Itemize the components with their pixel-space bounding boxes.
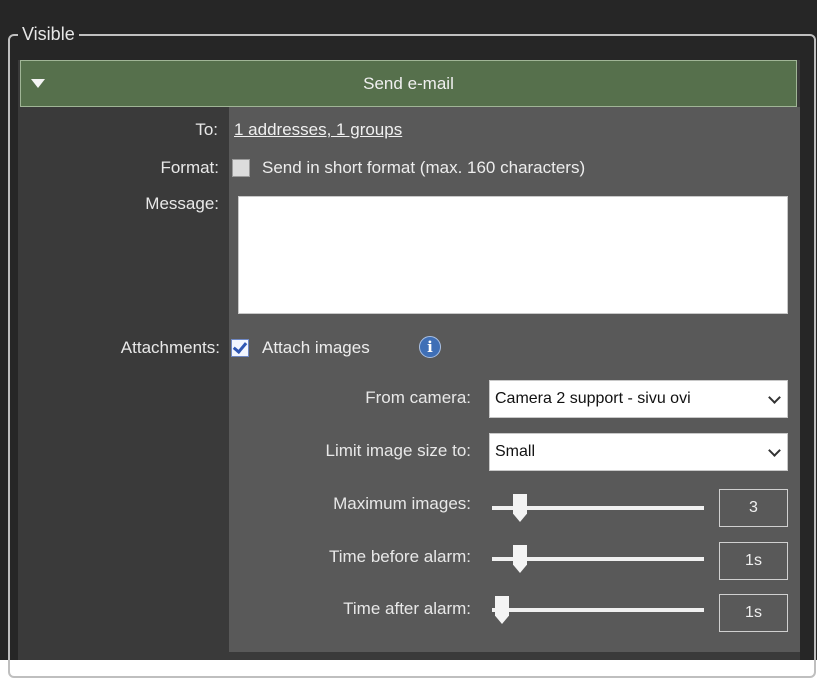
format-label: Format: (160, 158, 219, 177)
chevron-down-icon (768, 391, 781, 404)
from-camera-label: From camera: (365, 388, 471, 407)
recipients-link[interactable]: 1 addresses, 1 groups (234, 120, 402, 140)
max-images-label: Maximum images: (333, 494, 471, 513)
time-after-label: Time after alarm: (343, 599, 471, 618)
image-size-select-value: Small (495, 443, 536, 460)
collapse-chevron-icon[interactable] (31, 79, 45, 88)
message-label: Message: (145, 194, 219, 213)
time-before-label: Time before alarm: (328, 547, 471, 566)
send-email-header[interactable]: Send e-mail (20, 60, 797, 107)
attachments-label: Attachments: (120, 338, 220, 357)
time-before-value[interactable]: 1s (719, 542, 788, 580)
short-format-label: Send in short format (max. 160 character… (262, 158, 586, 177)
info-icon[interactable]: i (419, 336, 441, 358)
camera-select[interactable]: Camera 2 support - sivu ovi (489, 380, 788, 418)
time-after-value[interactable]: 1s (719, 594, 788, 632)
message-textarea[interactable] (238, 196, 788, 314)
max-images-value[interactable]: 3 (719, 489, 788, 527)
time-after-slider-track[interactable] (492, 608, 704, 612)
attach-images-label: Attach images (262, 338, 370, 357)
attach-images-checkbox[interactable] (231, 339, 249, 357)
to-label: To: (195, 120, 218, 139)
chevron-down-icon (768, 444, 781, 457)
image-size-select[interactable]: Small (489, 433, 788, 471)
limit-size-label: Limit image size to: (325, 441, 472, 460)
groupbox-legend: Visible (18, 24, 79, 45)
short-format-checkbox[interactable] (232, 159, 250, 177)
camera-select-value: Camera 2 support - sivu ovi (495, 390, 691, 407)
header-title: Send e-mail (363, 73, 454, 93)
